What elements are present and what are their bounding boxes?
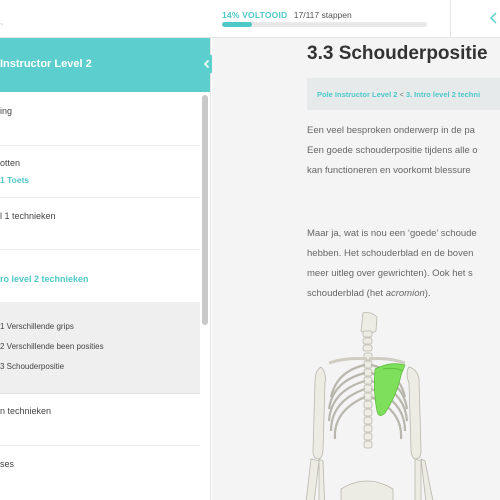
paragraph-line: hebben. Het schouderblad en de boven bbox=[307, 248, 474, 259]
progress-bar-fill bbox=[222, 22, 252, 27]
paragraph-intro: Een veel besproken onderwerp in de pa Ee… bbox=[307, 121, 478, 181]
sidebar-item-label: n technieken bbox=[0, 406, 52, 416]
logo-fragment: ~ bbox=[0, 22, 3, 28]
sidebar-topic-list: 1 Verschillende grips 2 Verschillende be… bbox=[0, 302, 200, 394]
topic-item-current[interactable]: 3 Schouderpositie bbox=[0, 362, 64, 371]
sidebar-course-title[interactable]: Instructor Level 2 bbox=[0, 58, 92, 70]
course-sidebar: Instructor Level 2 ing otten 1 Toets l 1… bbox=[0, 38, 211, 500]
paragraph-line: Een goede schouderpositie tijdens alle o bbox=[307, 145, 478, 156]
sidebar-item-label: ing bbox=[0, 106, 13, 116]
sidebar-item-lesson-6[interactable]: ses bbox=[0, 446, 200, 500]
sidebar-item-lesson-2[interactable]: otten 1 Toets bbox=[0, 146, 200, 198]
shoulder-skeleton-illustration bbox=[305, 312, 434, 500]
paragraph-shoulder: Maar ja, wat is nou een ‘goede’ schoude … bbox=[307, 224, 477, 304]
top-bar: ~ 14% VOLTOOID 17/117 stappen bbox=[0, 0, 500, 38]
sidebar-scrollbar[interactable] bbox=[202, 95, 208, 325]
paragraph-line: schouderblad (het acromion). bbox=[307, 284, 477, 304]
sidebar-item-label: otten bbox=[0, 158, 21, 168]
sidebar-header: Instructor Level 2 bbox=[0, 38, 210, 92]
sidebar-item-lesson-4-active[interactable]: ro level 2 technieken bbox=[0, 250, 200, 302]
breadcrumb-course-link[interactable]: Pole Instructor Level 2 bbox=[317, 90, 397, 99]
sidebar-item-lesson-5[interactable]: n technieken bbox=[0, 394, 200, 446]
paragraph-text: ). bbox=[424, 288, 431, 299]
paragraph-line: Maar ja, wat is nou een ‘goede’ schoude bbox=[307, 228, 477, 239]
paragraph-italic-term: acromion bbox=[385, 288, 425, 299]
paragraph-line: Een veel besproken onderwerp in de pa bbox=[307, 125, 475, 136]
page-title: 3.3 Schouderpositie bbox=[307, 43, 488, 64]
breadcrumb-lesson-link[interactable]: 3. Intro level 2 techni bbox=[406, 90, 480, 99]
breadcrumb: Pole Instructor Level 2 <3. Intro level 2… bbox=[317, 90, 480, 99]
paragraph-line: kan functioneren en voorkomt blessure bbox=[307, 165, 471, 176]
topic-item[interactable]: 2 Verschillende been posities bbox=[0, 342, 104, 351]
sidebar-item-quiz-count: 1 Toets bbox=[0, 175, 30, 185]
breadcrumb-box: Pole Instructor Level 2 <3. Intro level 2… bbox=[307, 78, 500, 110]
paragraph-line: meer uitleg over gewrichten). Ook het s bbox=[307, 268, 473, 279]
topic-item[interactable]: 1 Verschillende grips bbox=[0, 322, 74, 331]
lesson-content: 3.3 Schouderpositie Pole Instructor Leve… bbox=[212, 38, 500, 500]
paragraph-text: schouderblad (het bbox=[307, 288, 386, 299]
breadcrumb-separator: < bbox=[399, 90, 404, 99]
chevron-left-icon[interactable] bbox=[488, 11, 500, 25]
sidebar-item-lesson-3[interactable]: l 1 technieken bbox=[0, 198, 200, 250]
sidebar-item-label: ses bbox=[0, 459, 15, 469]
chevron-left-icon bbox=[203, 59, 210, 69]
topbar-divider bbox=[450, 0, 451, 38]
sidebar-item-lesson-1[interactable]: ing bbox=[0, 92, 200, 146]
progress-percent: 14% VOLTOOID bbox=[222, 10, 288, 20]
sidebar-item-label: ro level 2 technieken bbox=[0, 274, 89, 284]
progress-label: 14% VOLTOOID 17/117 stappen bbox=[222, 10, 352, 20]
progress-bar bbox=[222, 22, 427, 27]
progress-steps: 17/117 stappen bbox=[293, 10, 352, 20]
sidebar-item-label: l 1 technieken bbox=[0, 211, 56, 221]
